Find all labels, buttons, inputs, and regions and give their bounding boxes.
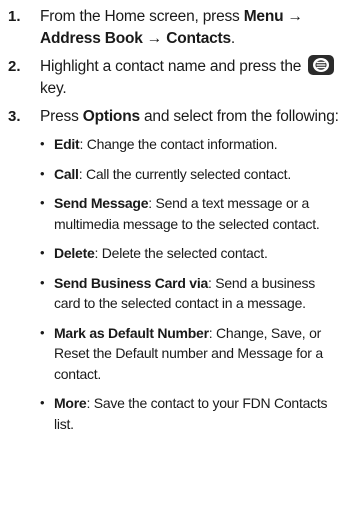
option-term: Call	[54, 165, 79, 182]
bullet-icon: •	[40, 165, 45, 181]
step-text: Press Options and select from the follow…	[40, 106, 342, 443]
step-text-plain: .	[230, 30, 236, 47]
bullet-icon: •	[40, 324, 45, 340]
bullet-icon: •	[40, 136, 45, 152]
option-description: : Save the contact to your FDN Contacts …	[54, 395, 328, 432]
step-text-plain: and select from the following:	[139, 108, 339, 126]
step-1: 1. From the Home screen, press Menu → Ad…	[8, 6, 342, 50]
step-number: 3.	[8, 108, 21, 126]
options-list: • Edit: Change the contact information. •…	[40, 134, 342, 434]
list-item: • More: Save the contact to your FDN Cont…	[40, 393, 342, 434]
option-term: Mark as Default Number	[54, 324, 209, 341]
option-description: : Call the currently selected contact.	[78, 165, 292, 182]
list-item: • Send Message: Send a text message or a …	[40, 193, 342, 234]
options-term: Options	[82, 108, 140, 126]
bullet-icon: •	[40, 245, 45, 261]
contacts-term: Contacts	[166, 30, 231, 47]
arrow-separator: →	[142, 30, 167, 47]
bullet-icon: •	[40, 395, 45, 411]
step-3: 3. Press Options and select from the fol…	[8, 106, 342, 443]
list-item: • Send Business Card via: Send a business…	[40, 273, 342, 314]
option-term: Delete	[54, 245, 95, 262]
center-select-key-icon	[307, 54, 335, 76]
option-term: More	[54, 395, 87, 412]
step-2: 2. Highlight a contact name and press th…	[8, 54, 342, 100]
list-item: • Delete: Delete the selected contact.	[40, 243, 342, 264]
step-number: 2.	[8, 58, 21, 75]
step-text: Highlight a contact name and press the k…	[40, 54, 342, 100]
step-text-plain: Press	[40, 108, 83, 126]
list-item: • Mark as Default Number: Change, Save, o…	[40, 323, 342, 385]
option-term: Edit	[54, 136, 80, 153]
step-text-plain: Highlight a contact name and press the	[40, 58, 302, 76]
arrow-separator: →	[283, 8, 303, 25]
step-number: 1.	[8, 8, 21, 25]
instruction-page: 1. From the Home screen, press Menu → Ad…	[0, 0, 352, 521]
bullet-icon: •	[40, 195, 45, 211]
step-text-plain: key.	[40, 80, 67, 98]
menu-term: Menu	[243, 8, 284, 25]
option-description: : Delete the selected contact.	[94, 245, 268, 262]
step-text-plain: From the Home screen, press	[40, 8, 244, 25]
option-term: Send Message	[54, 195, 149, 212]
list-item: • Edit: Change the contact information.	[40, 134, 342, 155]
address-book-term: Address Book	[40, 30, 143, 47]
bullet-icon: •	[40, 274, 45, 290]
option-description: : Change the contact information.	[79, 136, 278, 153]
step-text: From the Home screen, press Menu → Addre…	[40, 6, 342, 50]
option-term: Send Business Card via	[54, 274, 209, 291]
list-item: • Call: Call the currently selected conta…	[40, 164, 342, 185]
